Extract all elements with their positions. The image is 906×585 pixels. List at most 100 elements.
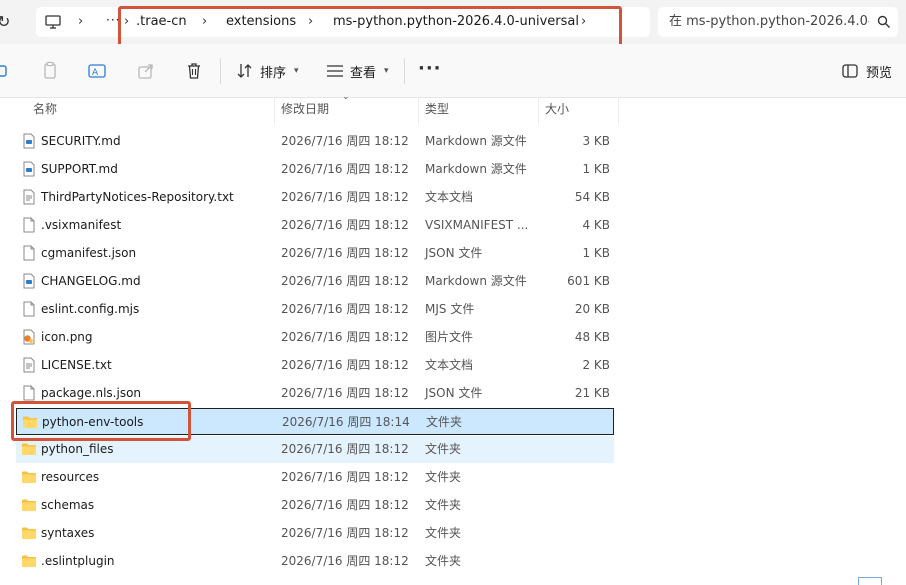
- file-size: 1 KB: [582, 162, 610, 176]
- more-options-button[interactable]: ···: [418, 58, 442, 80]
- column-divider[interactable]: [618, 98, 619, 124]
- rename-icon[interactable]: A: [87, 61, 107, 81]
- toolbar-divider: [220, 58, 221, 84]
- address-bar: ↻ › ··· › .trae-cn › extensions › ms-pyt…: [0, 0, 906, 48]
- file-modified-date: 2026/7/16 周四 18:12: [281, 218, 409, 232]
- view-button[interactable]: 查看 ▾: [326, 60, 389, 82]
- search-box[interactable]: 在 ms-python.python-2026.4.0-universal 中搜…: [658, 7, 898, 37]
- file-row[interactable]: schemas 2026/7/16 周四 18:12 文件夹: [16, 492, 614, 519]
- search-icon[interactable]: [877, 15, 891, 29]
- file-row[interactable]: SECURITY.md 2026/7/16 周四 18:12 Markdown 源文…: [16, 128, 614, 155]
- column-divider[interactable]: [538, 98, 539, 124]
- file-icon: [21, 217, 37, 233]
- text-file-icon: [21, 189, 37, 205]
- file-modified-date: 2026/7/16 周四 18:12: [281, 274, 409, 288]
- column-header-size[interactable]: 大小: [545, 98, 569, 126]
- file-name: icon.png: [41, 330, 93, 344]
- file-row[interactable]: SUPPORT.md 2026/7/16 周四 18:12 Markdown 源文件…: [16, 156, 614, 183]
- markdown-file-icon: [21, 273, 37, 289]
- column-header-modified[interactable]: 修改日期: [281, 98, 329, 126]
- breadcrumb-item-ms-python[interactable]: ms-python.python-2026.4.0-universal: [333, 13, 579, 31]
- file-size: 20 KB: [574, 302, 610, 316]
- file-modified-date: 2026/7/16 周四 18:12: [281, 134, 409, 148]
- file-modified-date: 2026/7/16 周四 18:12: [281, 162, 409, 176]
- folder-icon: [22, 414, 38, 430]
- file-size: 601 KB: [567, 274, 610, 288]
- column-divider[interactable]: [418, 98, 419, 124]
- file-icon: [21, 245, 37, 261]
- this-pc-icon[interactable]: [44, 13, 62, 31]
- chevron-down-icon: ▾: [384, 66, 389, 76]
- file-row[interactable]: CHANGELOG.md 2026/7/16 周四 18:12 Markdown 源…: [16, 268, 614, 295]
- sort-icon: [237, 64, 252, 78]
- file-type: JSON 文件: [425, 246, 483, 260]
- file-row[interactable]: package.nls.json 2026/7/16 周四 18:12 JSON 文…: [16, 380, 614, 407]
- file-type: MJS 文件: [425, 302, 475, 316]
- file-size: 1 KB: [582, 246, 610, 260]
- file-type: 文件夹: [425, 498, 462, 512]
- breadcrumb-item-trae-cn[interactable]: .trae-cn: [136, 13, 187, 31]
- chevron-right-icon[interactable]: ›: [202, 13, 212, 31]
- column-header-type[interactable]: 类型: [425, 98, 449, 126]
- file-row[interactable]: .vsixmanifest 2026/7/16 周四 18:12 VSIXMANIF…: [16, 212, 614, 239]
- file-row[interactable]: icon.png 2026/7/16 周四 18:12 图片文件 48 KB: [16, 324, 614, 351]
- file-row[interactable]: .eslintplugin 2026/7/16 周四 18:12 文件夹: [16, 548, 614, 575]
- sort-button[interactable]: 排序 ▾: [236, 60, 299, 82]
- new-item-icon[interactable]: [0, 61, 14, 81]
- file-name: eslint.config.mjs: [41, 302, 140, 316]
- file-name: ThirdPartyNotices-Repository.txt: [41, 190, 234, 204]
- file-row[interactable]: python-env-tools 2026/7/16 周四 18:14 文件夹: [16, 408, 614, 435]
- file-name: .eslintplugin: [41, 554, 115, 568]
- breadcrumb-item-extensions[interactable]: extensions: [226, 13, 296, 31]
- file-name: resources: [41, 470, 100, 484]
- file-type: Markdown 源文件: [425, 134, 527, 148]
- folder-icon: [21, 441, 37, 457]
- view-icon: [327, 65, 343, 77]
- sort-label: 排序: [260, 65, 287, 81]
- refresh-icon[interactable]: ↻: [0, 12, 10, 32]
- file-icon: [21, 301, 37, 317]
- chevron-right-icon[interactable]: ›: [78, 13, 88, 31]
- file-row[interactable]: cgmanifest.json 2026/7/16 周四 18:12 JSON 文件…: [16, 240, 614, 267]
- file-size: 48 KB: [574, 330, 610, 344]
- file-size: 3 KB: [582, 134, 610, 148]
- markdown-file-icon: [21, 161, 37, 177]
- chevron-right-icon[interactable]: ›: [581, 13, 591, 31]
- file-row[interactable]: python_files 2026/7/16 周四 18:12 文件夹: [16, 436, 614, 463]
- file-type: 文本文档: [425, 190, 474, 204]
- status-view-toggle[interactable]: [858, 577, 882, 585]
- file-row[interactable]: LICENSE.txt 2026/7/16 周四 18:12 文本文档 2 KB: [16, 352, 614, 379]
- svg-text:A: A: [92, 68, 99, 78]
- file-modified-date: 2026/7/16 周四 18:12: [281, 442, 409, 456]
- file-type: Markdown 源文件: [425, 162, 527, 176]
- share-icon[interactable]: [136, 61, 156, 81]
- column-divider[interactable]: [274, 98, 275, 124]
- image-file-icon: [21, 329, 37, 345]
- file-modified-date: 2026/7/16 周四 18:12: [281, 554, 409, 568]
- file-row[interactable]: eslint.config.mjs 2026/7/16 周四 18:12 MJS 文…: [16, 296, 614, 323]
- sort-caret-icon: ⌄: [342, 92, 350, 102]
- delete-icon[interactable]: [184, 61, 204, 81]
- column-header-name[interactable]: 名称: [33, 98, 57, 126]
- file-row[interactable]: ThirdPartyNotices-Repository.txt 2026/7/1…: [16, 184, 614, 211]
- file-row[interactable]: resources 2026/7/16 周四 18:12 文件夹: [16, 464, 614, 491]
- preview-pane-button[interactable]: 预览: [842, 60, 892, 82]
- file-list: 名称 ⌄ 修改日期 类型 大小 SECURITY.md 2026/7/16 周四 …: [0, 92, 906, 585]
- preview-pane-icon: [842, 64, 858, 78]
- file-icon: [21, 385, 37, 401]
- chevron-right-icon[interactable]: ›: [124, 13, 134, 31]
- breadcrumb[interactable]: › ··· › .trae-cn › extensions › ms-pytho…: [36, 7, 650, 37]
- toolbar-divider: [404, 58, 405, 84]
- search-input[interactable]: 在 ms-python.python-2026.4.0-universal 中搜…: [669, 13, 869, 31]
- copy-icon[interactable]: [40, 61, 60, 81]
- file-modified-date: 2026/7/16 周四 18:12: [281, 386, 409, 400]
- file-type: Markdown 源文件: [425, 274, 527, 288]
- file-name: schemas: [41, 498, 95, 512]
- text-file-icon: [21, 357, 37, 373]
- chevron-right-icon[interactable]: ›: [308, 13, 318, 31]
- file-type: 文件夹: [425, 526, 462, 540]
- breadcrumb-overflow-button[interactable]: ···: [106, 11, 120, 29]
- file-modified-date: 2026/7/16 周四 18:14: [282, 415, 410, 429]
- file-row[interactable]: syntaxes 2026/7/16 周四 18:12 文件夹: [16, 520, 614, 547]
- file-modified-date: 2026/7/16 周四 18:12: [281, 302, 409, 316]
